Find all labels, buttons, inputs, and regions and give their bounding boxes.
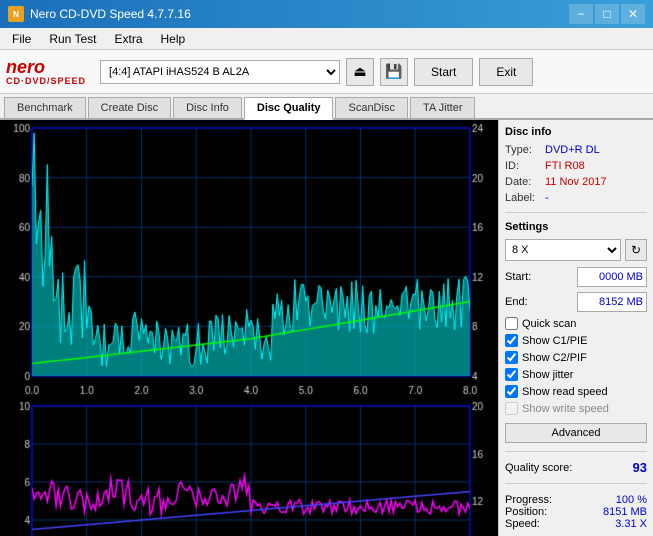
- settings-title: Settings: [505, 221, 647, 233]
- save-button[interactable]: 💾: [380, 58, 408, 86]
- eject-button[interactable]: ⏏: [346, 58, 374, 86]
- disc-label-row: Label: -: [505, 192, 647, 204]
- advanced-button[interactable]: Advanced: [505, 423, 647, 443]
- side-panel: Disc info Type: DVD+R DL ID: FTI R08 Dat…: [498, 120, 653, 536]
- show-c1pie-row: Show C1/PIE: [505, 334, 647, 347]
- menu-file[interactable]: File: [4, 30, 39, 48]
- quick-scan-row: Quick scan: [505, 317, 647, 330]
- menu-bar: File Run Test Extra Help: [0, 28, 653, 50]
- show-jitter-row: Show jitter: [505, 368, 647, 381]
- disc-date-value: 11 Nov 2017: [545, 176, 607, 188]
- show-c2pif-row: Show C2/PIF: [505, 351, 647, 364]
- quality-score-value: 93: [633, 460, 647, 475]
- progress-value: 100 %: [616, 494, 647, 506]
- disc-id-value: FTI R08: [545, 160, 585, 172]
- tab-create-disc[interactable]: Create Disc: [88, 97, 171, 118]
- maximize-button[interactable]: □: [595, 4, 619, 24]
- show-c1pie-checkbox[interactable]: [505, 334, 518, 347]
- disc-date-row: Date: 11 Nov 2017: [505, 176, 647, 188]
- show-read-speed-checkbox[interactable]: [505, 385, 518, 398]
- tab-scan-disc[interactable]: ScanDisc: [335, 97, 407, 118]
- disc-type-value: DVD+R DL: [545, 144, 600, 156]
- app-title: Nero CD-DVD Speed 4.7.7.16: [30, 7, 191, 21]
- show-c2pif-label: Show C2/PIF: [522, 352, 587, 364]
- disc-type-label: Type:: [505, 144, 541, 156]
- tab-disc-info[interactable]: Disc Info: [173, 97, 242, 118]
- nero-logo: nero CD·DVD/SPEED: [6, 58, 86, 86]
- main-content: PI Errors Average: 12.34 Maximum: 83 Tot…: [0, 120, 653, 536]
- nero-product-text: CD·DVD/SPEED: [6, 76, 86, 86]
- start-button[interactable]: Start: [414, 58, 473, 86]
- show-write-speed-label: Show write speed: [522, 403, 609, 415]
- tab-disc-quality[interactable]: Disc Quality: [244, 97, 334, 120]
- close-button[interactable]: ✕: [621, 4, 645, 24]
- speed-label: Speed:: [505, 518, 540, 530]
- show-jitter-label: Show jitter: [522, 369, 573, 381]
- disc-id-label: ID:: [505, 160, 541, 172]
- quick-scan-checkbox[interactable]: [505, 317, 518, 330]
- speed-row: Speed: 3.31 X: [505, 518, 647, 530]
- bottom-chart: [0, 398, 498, 536]
- show-c2pif-checkbox[interactable]: [505, 351, 518, 364]
- show-read-speed-row: Show read speed: [505, 385, 647, 398]
- tab-ta-jitter[interactable]: TA Jitter: [410, 97, 476, 118]
- toolbar: nero CD·DVD/SPEED [4:4] ATAPI iHAS524 B …: [0, 50, 653, 94]
- top-chart: [0, 120, 498, 398]
- drive-select[interactable]: [4:4] ATAPI iHAS524 B AL2A: [100, 60, 340, 84]
- start-label: Start:: [505, 271, 531, 283]
- divider-1: [505, 212, 647, 213]
- position-label: Position:: [505, 506, 547, 518]
- quick-scan-label: Quick scan: [522, 318, 576, 330]
- menu-run-test[interactable]: Run Test: [41, 30, 104, 48]
- exit-button[interactable]: Exit: [479, 58, 533, 86]
- tab-benchmark[interactable]: Benchmark: [4, 97, 86, 118]
- disc-label-label: Label:: [505, 192, 541, 204]
- nero-brand-text: nero: [6, 58, 45, 76]
- start-mb-input[interactable]: [577, 267, 647, 287]
- disc-date-label: Date:: [505, 176, 541, 188]
- speed-value: 3.31 X: [615, 518, 647, 530]
- speed-select[interactable]: 8 X: [505, 239, 621, 261]
- position-value: 8151 MB: [603, 506, 647, 518]
- speed-settings-row: 8 X ↻: [505, 239, 647, 261]
- quality-score-row: Quality score: 93: [505, 460, 647, 475]
- progress-section: Progress: 100 % Position: 8151 MB Speed:…: [505, 494, 647, 530]
- divider-3: [505, 483, 647, 484]
- end-label: End:: [505, 296, 528, 308]
- quality-score-label: Quality score:: [505, 462, 572, 474]
- app-icon: N: [8, 6, 24, 22]
- title-bar: N Nero CD-DVD Speed 4.7.7.16 − □ ✕: [0, 0, 653, 28]
- menu-help[interactable]: Help: [153, 30, 194, 48]
- refresh-button[interactable]: ↻: [625, 239, 647, 261]
- progress-label: Progress:: [505, 494, 552, 506]
- minimize-button[interactable]: −: [569, 4, 593, 24]
- end-mb-input[interactable]: [577, 292, 647, 312]
- disc-id-row: ID: FTI R08: [505, 160, 647, 172]
- position-row: Position: 8151 MB: [505, 506, 647, 518]
- disc-type-row: Type: DVD+R DL: [505, 144, 647, 156]
- show-c1pie-label: Show C1/PIE: [522, 335, 587, 347]
- tab-bar: Benchmark Create Disc Disc Info Disc Qua…: [0, 94, 653, 120]
- disc-info-title: Disc info: [505, 126, 647, 138]
- show-write-speed-checkbox[interactable]: [505, 402, 518, 415]
- start-mb-row: Start:: [505, 267, 647, 287]
- show-jitter-checkbox[interactable]: [505, 368, 518, 381]
- show-write-speed-row: Show write speed: [505, 402, 647, 415]
- divider-2: [505, 451, 647, 452]
- show-read-speed-label: Show read speed: [522, 386, 608, 398]
- progress-row: Progress: 100 %: [505, 494, 647, 506]
- end-mb-row: End:: [505, 292, 647, 312]
- disc-label-value: -: [545, 192, 549, 204]
- menu-extra[interactable]: Extra: [106, 30, 150, 48]
